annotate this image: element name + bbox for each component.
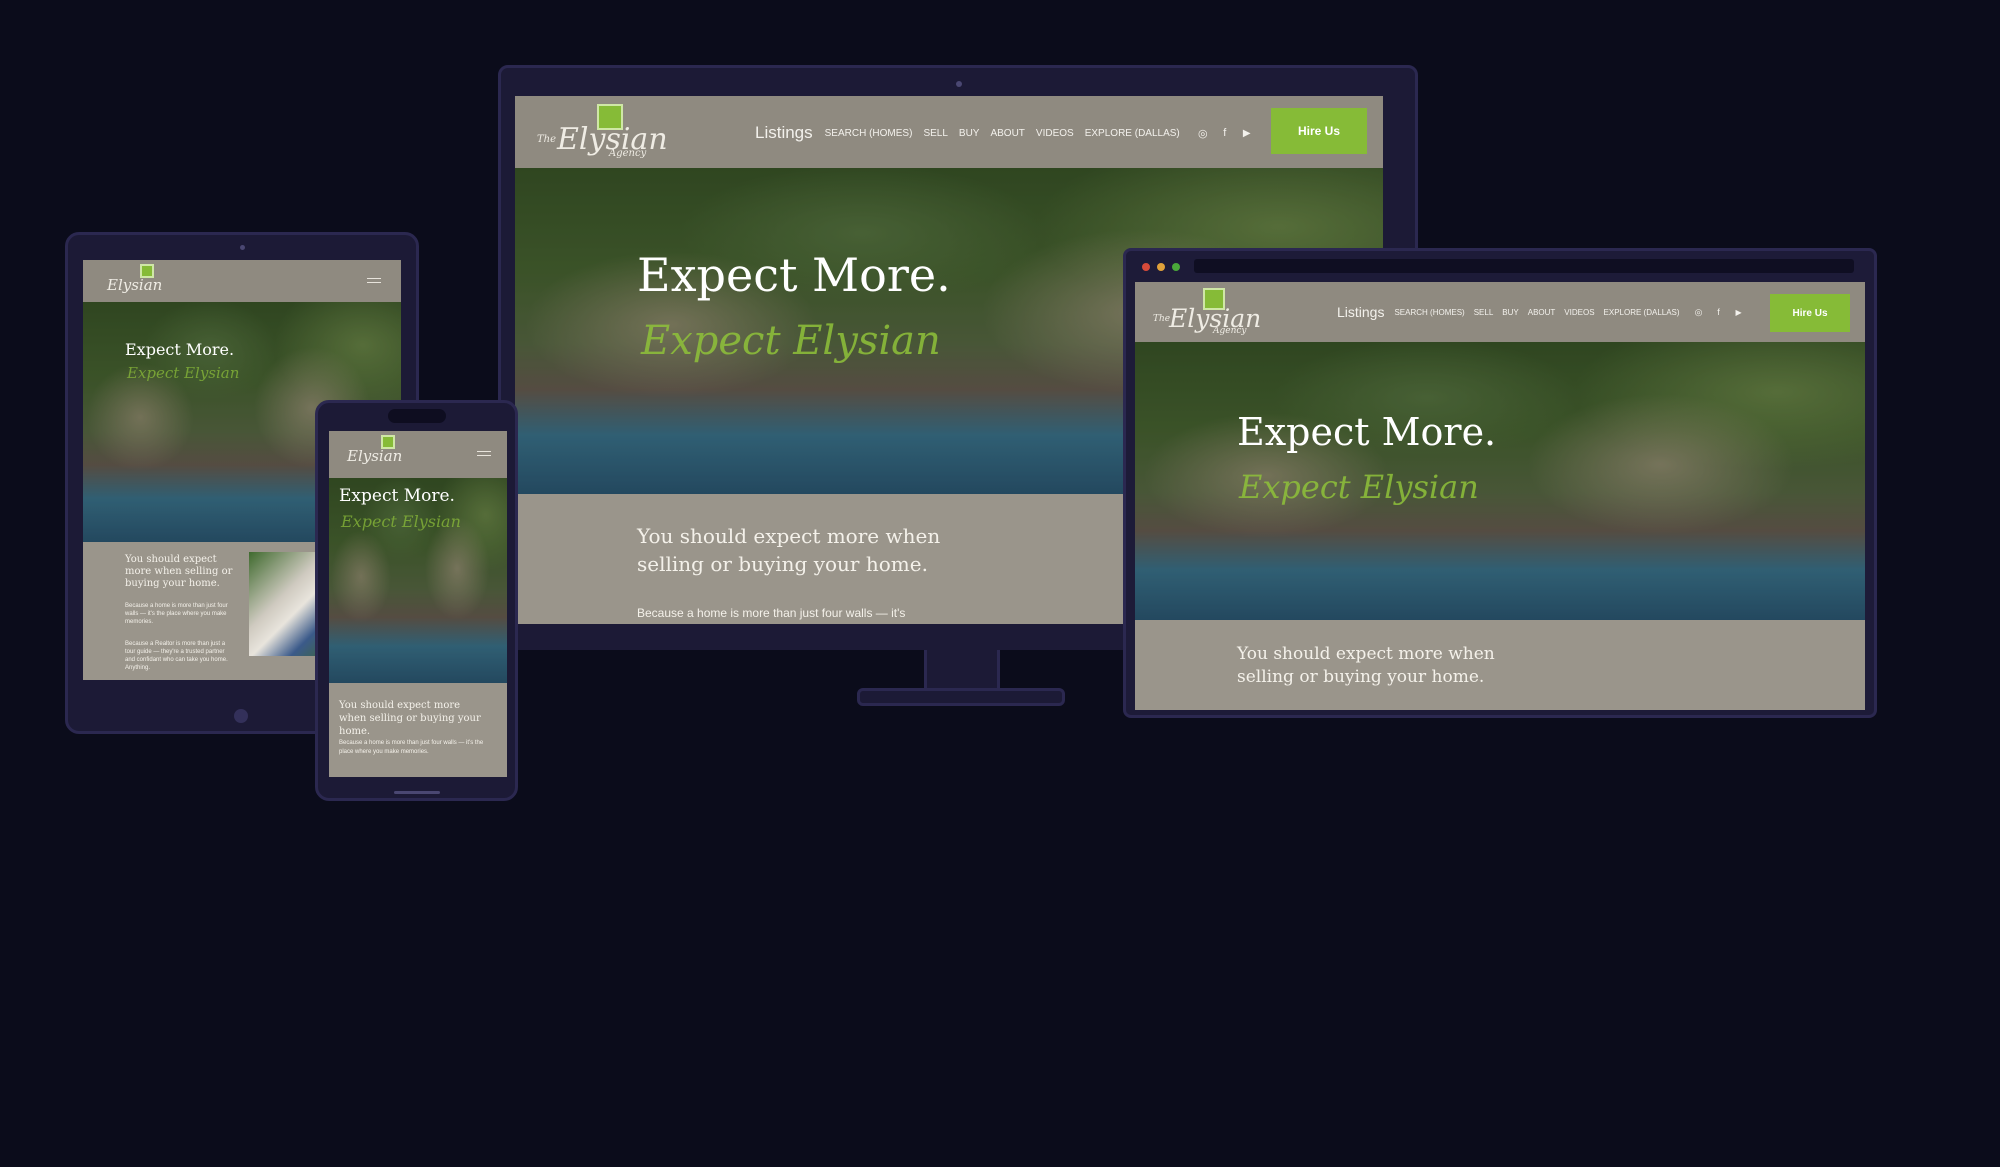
- tablet-camera: [240, 245, 245, 250]
- site-header: Elysian: [329, 431, 507, 478]
- logo-the: The: [1153, 314, 1171, 324]
- nav-search[interactable]: SEARCH (HOMES): [825, 128, 913, 139]
- hero-image: Expect More. Expect Elysian: [1135, 342, 1865, 620]
- phone-screen: Elysian Expect More. Expect Elysian You …: [329, 431, 507, 777]
- hero-script: Expect Elysian: [341, 512, 461, 531]
- nav-explore[interactable]: EXPLORE (DALLAS): [1085, 128, 1180, 139]
- youtube-icon[interactable]: ▶: [1240, 128, 1254, 139]
- nav-explore[interactable]: EXPLORE (DALLAS): [1604, 308, 1680, 317]
- hero-headline: Expect More.: [339, 486, 455, 506]
- browser-address-bar[interactable]: [1194, 259, 1854, 273]
- tablet-paragraph-1: Because a home is more than just four wa…: [125, 603, 228, 625]
- instagram-icon[interactable]: ◎: [1692, 307, 1706, 318]
- site-header: The Elysian Agency Listings SEARCH (HOME…: [1135, 282, 1865, 342]
- hero-script: Expect Elysian: [1239, 468, 1479, 506]
- monitor-neck: [924, 650, 1000, 690]
- intro-paragraph: Because a home is more than just four wa…: [637, 606, 906, 620]
- instagram-icon[interactable]: ◎: [1196, 127, 1210, 140]
- site-header: The Elysian Agency Listings SEARCH (HOME…: [515, 96, 1383, 168]
- hero-headline: Expect More.: [125, 340, 235, 359]
- hero-script: Expect Elysian: [641, 318, 941, 364]
- nav-listings[interactable]: Listings: [755, 123, 813, 143]
- browser-maximize-dot[interactable]: [1172, 263, 1180, 271]
- intro-line-2: selling or buying your home.: [637, 552, 928, 576]
- intro-section: You should expect more when selling or b…: [329, 683, 507, 777]
- browser-close-dot[interactable]: [1142, 263, 1150, 271]
- phone-device: Elysian Expect More. Expect Elysian You …: [315, 400, 518, 801]
- nav-search[interactable]: SEARCH (HOMES): [1394, 308, 1464, 317]
- site-header: Elysian: [83, 260, 401, 302]
- hero-script: Expect Elysian: [127, 364, 240, 382]
- intro-text: You should expect more when selling or b…: [125, 554, 233, 589]
- tablet-home-button[interactable]: [234, 709, 248, 723]
- phone-paragraph: Because a home is more than just four wa…: [339, 740, 484, 755]
- hero-image: Expect More. Expect Elysian: [329, 478, 507, 683]
- intro-line-1: You should expect more when: [1237, 644, 1495, 664]
- logo-agency: Agency: [1213, 326, 1247, 336]
- nav-listings[interactable]: Listings: [1337, 304, 1384, 320]
- nav-buy[interactable]: BUY: [959, 128, 980, 139]
- intro-line-2: selling or buying your home.: [1237, 667, 1485, 687]
- hire-us-button[interactable]: Hire Us: [1271, 108, 1367, 154]
- browser-window: The Elysian Agency Listings SEARCH (HOME…: [1123, 248, 1877, 718]
- browser-screen: The Elysian Agency Listings SEARCH (HOME…: [1135, 282, 1865, 710]
- nav-videos[interactable]: VIDEOS: [1036, 128, 1074, 139]
- monitor-camera: [956, 81, 962, 87]
- facebook-icon[interactable]: f: [1218, 127, 1232, 139]
- intro-line-1: You should expect more when: [637, 524, 941, 548]
- intro-section: You should expect more when selling or b…: [1135, 620, 1865, 710]
- nav-videos[interactable]: VIDEOS: [1564, 308, 1594, 317]
- menu-icon[interactable]: [477, 451, 491, 456]
- facebook-icon[interactable]: f: [1712, 307, 1726, 317]
- logo-the: The: [537, 134, 557, 145]
- nav-sell[interactable]: SELL: [1474, 308, 1494, 317]
- logo-agency: Agency: [609, 148, 647, 159]
- nav-about[interactable]: ABOUT: [1528, 308, 1556, 317]
- intro-text: You should expect more when selling or b…: [339, 700, 481, 737]
- nav-about[interactable]: ABOUT: [990, 128, 1024, 139]
- nav-buy[interactable]: BUY: [1502, 308, 1518, 317]
- phone-notch: [388, 409, 446, 423]
- logo-name[interactable]: Elysian: [107, 276, 162, 294]
- browser-minimize-dot[interactable]: [1157, 263, 1165, 271]
- hero-headline: Expect More.: [1237, 410, 1497, 454]
- hero-headline: Expect More.: [637, 248, 951, 302]
- monitor-stand: [857, 688, 1065, 706]
- youtube-icon[interactable]: ▶: [1732, 308, 1746, 317]
- menu-icon[interactable]: [367, 278, 381, 283]
- nav-sell[interactable]: SELL: [923, 128, 947, 139]
- hire-us-button[interactable]: Hire Us: [1770, 294, 1850, 332]
- phone-home-indicator: [394, 791, 440, 794]
- tablet-paragraph-2: Because a Realtor is more than just a to…: [125, 641, 228, 671]
- logo-name[interactable]: Elysian: [347, 447, 402, 465]
